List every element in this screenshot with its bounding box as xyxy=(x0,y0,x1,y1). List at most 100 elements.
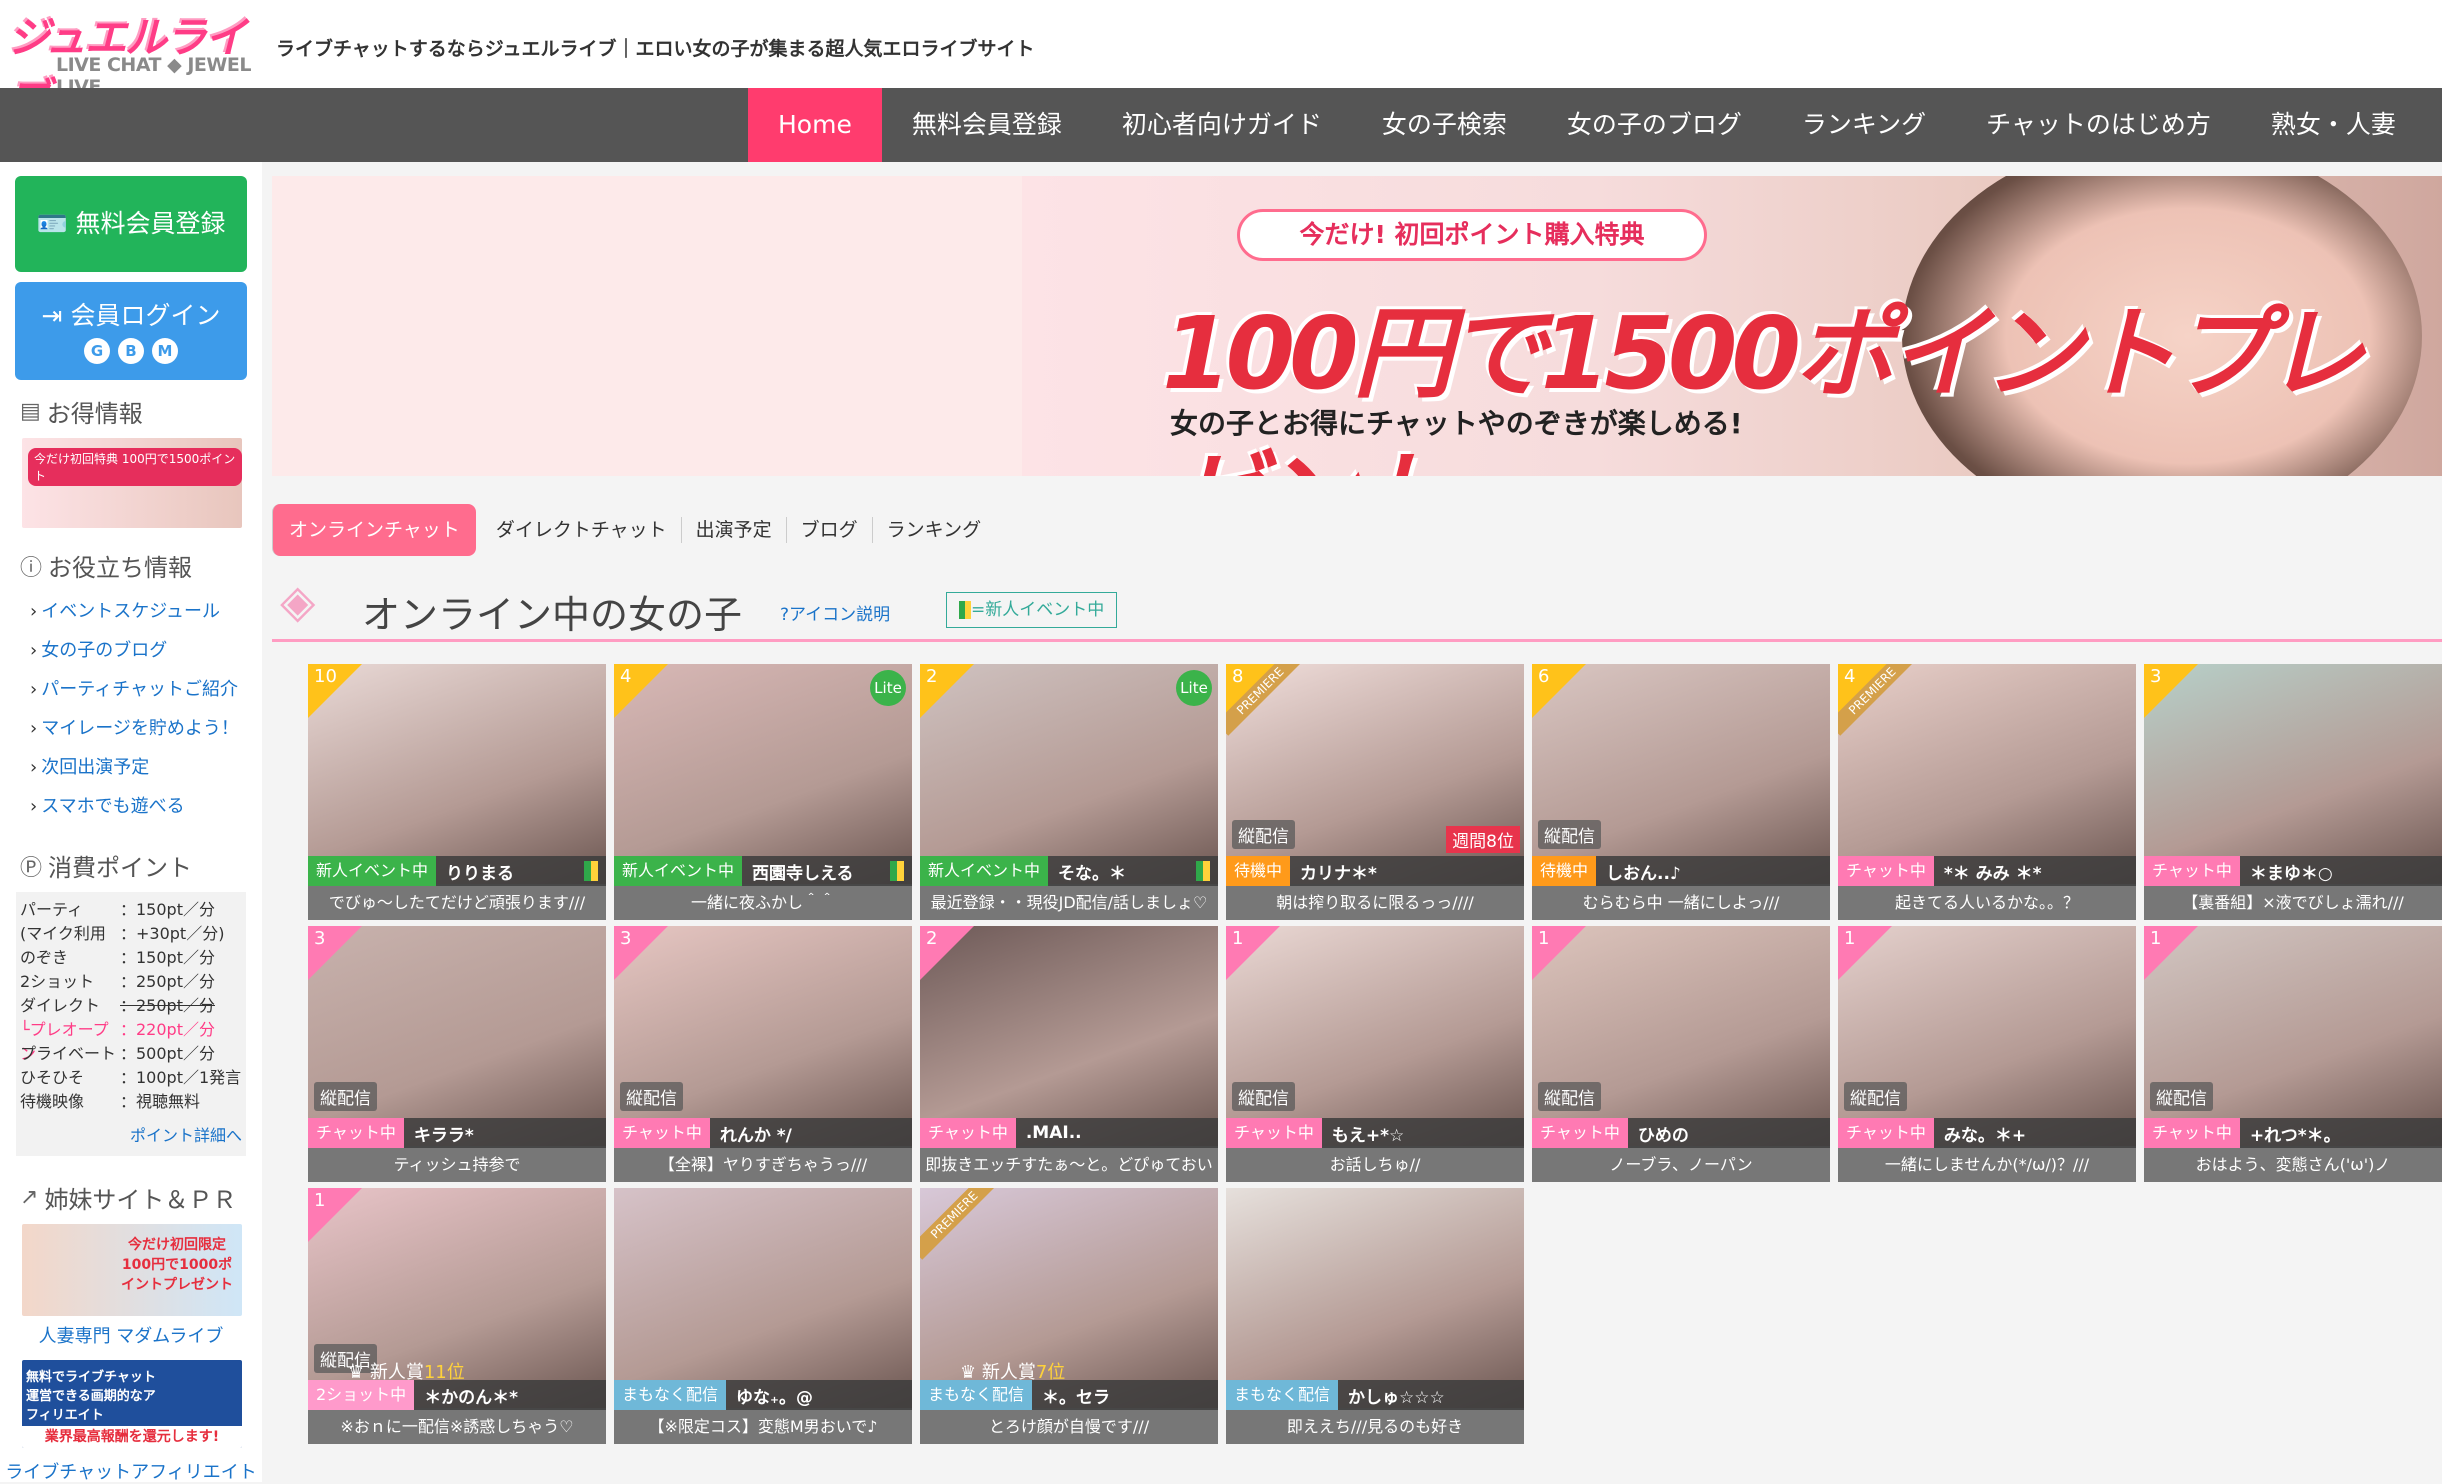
new-event-legend: =新人イベント中 xyxy=(946,592,1118,628)
status-label: 新人イベント中 xyxy=(614,856,743,886)
status-row: まもなく配信 ＊。セラ xyxy=(920,1380,1218,1410)
points-value: ：150pt／分 xyxy=(120,948,215,967)
site-logo[interactable]: ジュエルライブ LIVE CHAT ◆ JEWEL LIVE xyxy=(8,4,268,123)
performer-comment: とろけ顔が自慢です/// xyxy=(920,1410,1218,1444)
icon-help-link[interactable]: ?アイコン説明 xyxy=(780,600,890,625)
performer-card[interactable]: 1 縦配信 チャット中 もえ+*☆ お話しちゅ// xyxy=(1226,926,1524,1182)
performer-card[interactable]: 4 Lite 新人イベント中 西園寺しえる 一緒に夜ふかし＾＾ xyxy=(614,664,912,920)
points-detail-link[interactable]: ポイント詳細へ xyxy=(20,1122,242,1146)
nav-item[interactable]: チャットのはじめ方 xyxy=(1956,88,2241,162)
site-header: ジュエルライブ LIVE CHAT ◆ JEWEL LIVE ライブチャットする… xyxy=(0,0,2442,123)
performer-comment: 最近登録・・現役JD配信/話しましょ♡ xyxy=(920,886,1218,920)
performer-card[interactable]: 3 チャット中 ＊まゆ＊○ 【裏番組】×液でびしょ濡れ/// xyxy=(2144,664,2442,920)
performer-card[interactable]: まもなく配信 かしゅ☆☆☆ 即ええち///見るのも好き xyxy=(1226,1188,1524,1444)
nav-item[interactable]: 女の子のブログ xyxy=(1537,88,1772,162)
performer-card[interactable]: 4 PREMIERE チャット中 *＊ みみ ＊* 起きてる人いるかな。。？ xyxy=(1838,664,2136,920)
performer-card[interactable]: 1 縦配信 チャット中 みな。＊+ 一緒にしませんか(*/ω/)？/// xyxy=(1838,926,2136,1182)
deals-section-title: ▤ お得情報 xyxy=(20,394,143,429)
performer-name: ひめの xyxy=(1637,1125,1689,1146)
social-login-icon[interactable]: M xyxy=(152,338,178,364)
useful-link[interactable]: パーティチャットご紹介 xyxy=(30,670,239,709)
vertical-stream-badge: 縦配信 xyxy=(1232,1082,1295,1111)
icon-help-text: アイコン説明 xyxy=(789,605,891,625)
madam-live-caption[interactable]: 人妻専門 マダムライブ xyxy=(0,1322,262,1348)
vertical-stream-badge: 縦配信 xyxy=(314,1082,377,1111)
viewer-count: 1 xyxy=(1232,928,1244,949)
status-label: 新人イベント中 xyxy=(920,856,1049,886)
nav-item[interactable]: 女の子検索 xyxy=(1352,88,1537,162)
tab-item[interactable]: ダイレクトチャット xyxy=(482,517,681,543)
performer-card[interactable]: 10 新人イベント中 りりまる でびゅ〜したてだけど頑張ります/// xyxy=(308,664,606,920)
performer-name: 西園寺しえる xyxy=(752,863,854,884)
useful-link[interactable]: イベントスケジュール xyxy=(30,592,239,631)
hero-banner[interactable]: 今だけ! 初回ポイント購入特典 100円で1500ポイントプレゼント 女の子とお… xyxy=(272,176,2442,476)
useful-link[interactable]: 女の子のブログ xyxy=(30,631,239,670)
points-row: ひそひそ ：100pt／1発言 xyxy=(20,1066,242,1090)
viewer-count: 3 xyxy=(620,928,632,949)
viewer-count: 1 xyxy=(314,1190,326,1211)
status-row: 新人イベント中 西園寺しえる xyxy=(614,856,912,886)
status-label: 待機中 xyxy=(1226,856,1291,886)
points-row: プライベート ：500pt／分 xyxy=(20,1042,242,1066)
nav-item[interactable]: 熟女・人妻 xyxy=(2241,88,2426,162)
performer-card[interactable]: 2 チャット中 .MAI.. 即抜きエッチすたぁ〜と。どぴゅておい xyxy=(920,926,1218,1182)
useful-link[interactable]: マイレージを貯めよう！ xyxy=(30,709,239,748)
points-value: ：250pt／分 xyxy=(120,972,215,991)
performer-card[interactable]: 1 縦配信 チャット中 ひめの ノーブラ、ノーパン xyxy=(1532,926,1830,1182)
performer-comment: おはよう、変態さん('ω')ノ xyxy=(2144,1148,2442,1182)
points-row: パーティ ：150pt／分 xyxy=(20,898,242,922)
performer-card[interactable]: まもなく配信 ゆな₊。@ 【※限定コス】変態M男おいで♪ xyxy=(614,1188,912,1444)
status-row: チャット中 ＊まゆ＊○ xyxy=(2144,856,2442,886)
nav-item[interactable]: Home xyxy=(748,88,882,162)
tab-item[interactable]: オンラインチャット xyxy=(272,504,476,556)
tab-item[interactable]: 出演予定 xyxy=(680,517,786,543)
points-label: パーティ xyxy=(20,900,84,919)
performer-card[interactable]: 1 縦配信 チャット中 +れつ*＊。 おはよう、変態さん('ω')ノ xyxy=(2144,926,2442,1182)
social-login-icon[interactable]: G xyxy=(84,338,110,364)
id-card-icon: 🪪 xyxy=(36,209,76,238)
login-button[interactable]: ⇥ 会員ログイン GBM xyxy=(15,282,247,380)
register-button[interactable]: 🪪 無料会員登録 xyxy=(15,176,247,272)
performer-grid: 10 新人イベント中 りりまる でびゅ〜したてだけど頑張ります///4 Lite 新人イベ… xyxy=(308,664,2442,1444)
sister-title-text: 姉妹サイト＆ＰＲ xyxy=(44,1186,237,1214)
performer-card[interactable]: PREMIERE ♛ 新人賞7位 まもなく配信 ＊。セラ とろけ顔が自慢です/// xyxy=(920,1188,1218,1444)
performer-name: カリナ＊* xyxy=(1300,863,1377,884)
performer-card[interactable]: 3 縦配信 チャット中 キララ* ティッシュ持参で xyxy=(308,926,606,1182)
useful-link[interactable]: スマホでも遊べる xyxy=(30,787,239,826)
status-row: チャット中 キララ* xyxy=(308,1118,606,1148)
performer-comment: 朝は搾り取るに限るっっ//// xyxy=(1226,886,1524,920)
status-label: チャット中 xyxy=(1226,1118,1322,1148)
performer-comment: ノーブラ、ノーパン xyxy=(1532,1148,1830,1182)
performer-comment: でびゅ〜したてだけど頑張ります/// xyxy=(308,886,606,920)
nav-item[interactable]: ランキング xyxy=(1772,88,1956,162)
useful-link[interactable]: 次回出演予定 xyxy=(30,748,239,787)
performer-name: +れつ*＊。 xyxy=(2249,1125,2341,1146)
performer-card[interactable]: 8 PREMIERE 縦配信 週間8位 待機中 カリナ＊* 朝は搾り取るに限るっっ//// xyxy=(1226,664,1524,920)
viewer-count: 4 xyxy=(620,666,632,687)
nav-item[interactable]: 初心者向けガイド xyxy=(1092,88,1352,162)
tab-item[interactable]: ブログ xyxy=(785,517,872,543)
performer-card[interactable]: 6 縦配信 待機中 しおん..♪ むらむら中 一緒にしよっ/// xyxy=(1532,664,1830,920)
affiliate-banner[interactable]: 無料でライブチャット 運営できる画期的なアフィリエイト 業界最高報酬を還元します… xyxy=(22,1360,242,1448)
social-login-icon[interactable]: B xyxy=(118,338,144,364)
info-icon: ⓘ xyxy=(20,555,43,581)
tab-item[interactable]: ランキング xyxy=(871,517,995,543)
status-row: まもなく配信 かしゅ☆☆☆ xyxy=(1226,1380,1524,1410)
performer-name: ＊。セラ xyxy=(1042,1387,1111,1408)
viewer-count: 2 xyxy=(926,928,938,949)
status-label: 新人イベント中 xyxy=(308,856,437,886)
nav-item[interactable]: 無料会員登録 xyxy=(882,88,1092,162)
viewer-count-badge: 6 xyxy=(1532,664,1586,718)
madam-live-banner[interactable]: 今だけ初回限定 100円で1000ポイントプレゼント xyxy=(22,1224,242,1316)
affiliate-caption[interactable]: ライブチャットアフィリエイト xyxy=(0,1458,262,1484)
performer-card[interactable]: 2 Lite 新人イベント中 そな。＊ 最近登録・・現役JD配信/話しましょ♡ xyxy=(920,664,1218,920)
performer-comment: 即抜きエッチすたぁ〜と。どぴゅておい xyxy=(920,1148,1218,1182)
deals-banner[interactable]: 今だけ初回特典 100円で1500ポイント xyxy=(22,438,242,528)
performer-card[interactable]: 3 縦配信 チャット中 れんか */【全裸】ヤりすぎちゃうっ/// xyxy=(614,926,912,1182)
login-button-label: 会員ログイン xyxy=(70,301,221,330)
viewer-count-badge: 2 xyxy=(920,926,974,980)
performer-name: しおん..♪ xyxy=(1606,863,1681,884)
status-row: チャット中 みな。＊+ xyxy=(1838,1118,2136,1148)
vertical-stream-badge: 縦配信 xyxy=(1538,1082,1601,1111)
performer-card[interactable]: 1 縦配信 ♛ 新人賞11位 2ショット中 ＊かのん＊* ※おｎに一配信※誘惑しちゃう♡ xyxy=(308,1188,606,1444)
